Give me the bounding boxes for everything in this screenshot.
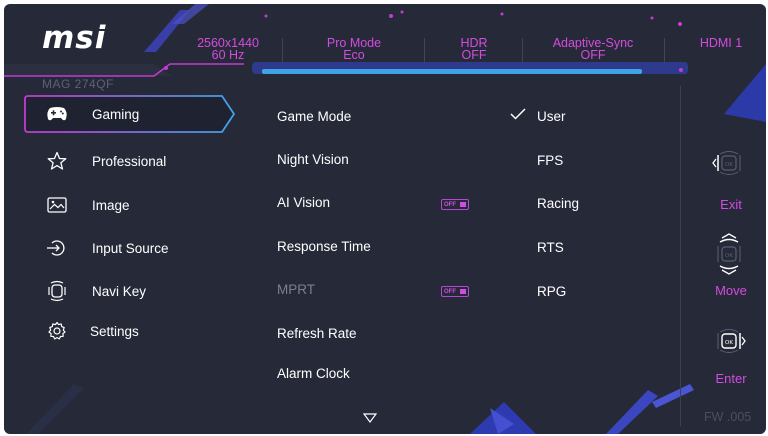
toggle-knob [460, 202, 466, 207]
msi-logo: msi [42, 20, 107, 56]
navi-key-icon [46, 280, 68, 302]
check-icon [510, 108, 526, 120]
submenu-refresh-rate[interactable]: Refresh Rate [277, 326, 357, 341]
option-rpg[interactable]: RPG [537, 284, 566, 299]
menu-item-professional[interactable]: Professional [26, 144, 231, 178]
submenu-response-time[interactable]: Response Time [277, 239, 371, 254]
option-rts[interactable]: RTS [537, 240, 564, 255]
submenu-night-vision[interactable]: Night Vision [277, 152, 349, 167]
svg-text:OK: OK [725, 340, 733, 346]
osd-panel: msi 2560x1440 60 Hz Pro Mode Eco HDR OFF… [4, 4, 766, 434]
menu-item-input-source[interactable]: Input Source [26, 231, 231, 265]
menu-item-navi-key[interactable]: Navi Key [26, 274, 231, 308]
status-divider [522, 38, 523, 64]
option-racing[interactable]: Racing [537, 196, 579, 211]
ai-vision-toggle[interactable]: OFF [441, 199, 469, 210]
menu-item-settings[interactable]: Settings [26, 314, 231, 348]
image-icon [46, 194, 68, 216]
status-pro-mode: Pro Mode Eco [326, 36, 382, 62]
menu-item-label: Gaming [92, 106, 140, 122]
status-input: HDMI 1 [699, 36, 743, 50]
key-guide-divider [680, 86, 681, 426]
enter-key-label: Enter [715, 371, 747, 386]
submenu-ai-vision[interactable]: AI Vision [277, 195, 330, 210]
gear-icon [46, 320, 68, 342]
status-hdr: HDR OFF [460, 36, 488, 62]
gamepad-icon [46, 103, 68, 125]
svg-text:OK: OK [725, 253, 733, 259]
model-name: MAG 274QF [42, 77, 114, 91]
submenu-alarm-clock[interactable]: Alarm Clock [277, 366, 350, 381]
submenu-mprt: MPRT [277, 282, 316, 297]
status-resolution: 2560x1440 60 Hz [197, 36, 259, 62]
toggle-knob [460, 289, 466, 294]
firmware-version: FW .005 [704, 410, 752, 424]
menu-item-label: Navi Key [92, 283, 147, 299]
enter-key-icon: OK [717, 329, 746, 353]
submenu-game-mode[interactable]: Game Mode [277, 109, 351, 124]
input-source-icon [46, 237, 68, 259]
option-fps[interactable]: FPS [537, 153, 563, 168]
option-user[interactable]: User [537, 109, 566, 124]
exit-key-label: Exit [720, 197, 742, 212]
status-adaptive-sync: Adaptive-Sync OFF [552, 36, 634, 62]
move-key-icon: OK [717, 233, 741, 275]
status-divider [664, 38, 665, 64]
exit-key-icon: OK [712, 151, 741, 175]
svg-text:OK: OK [725, 162, 733, 168]
menu-item-label: Professional [92, 153, 167, 169]
mprt-toggle: OFF [441, 286, 469, 297]
status-divider [282, 38, 283, 64]
menu-item-label: Settings [90, 323, 139, 339]
move-key-label: Move [715, 283, 747, 298]
menu-item-gaming[interactable]: Gaming [26, 97, 231, 131]
status-divider [424, 38, 425, 64]
menu-item-label: Image [92, 197, 130, 213]
menu-item-label: Input Source [92, 240, 169, 256]
star-icon [46, 150, 68, 172]
menu-item-image[interactable]: Image [26, 188, 231, 222]
scroll-down-icon[interactable] [363, 413, 377, 423]
